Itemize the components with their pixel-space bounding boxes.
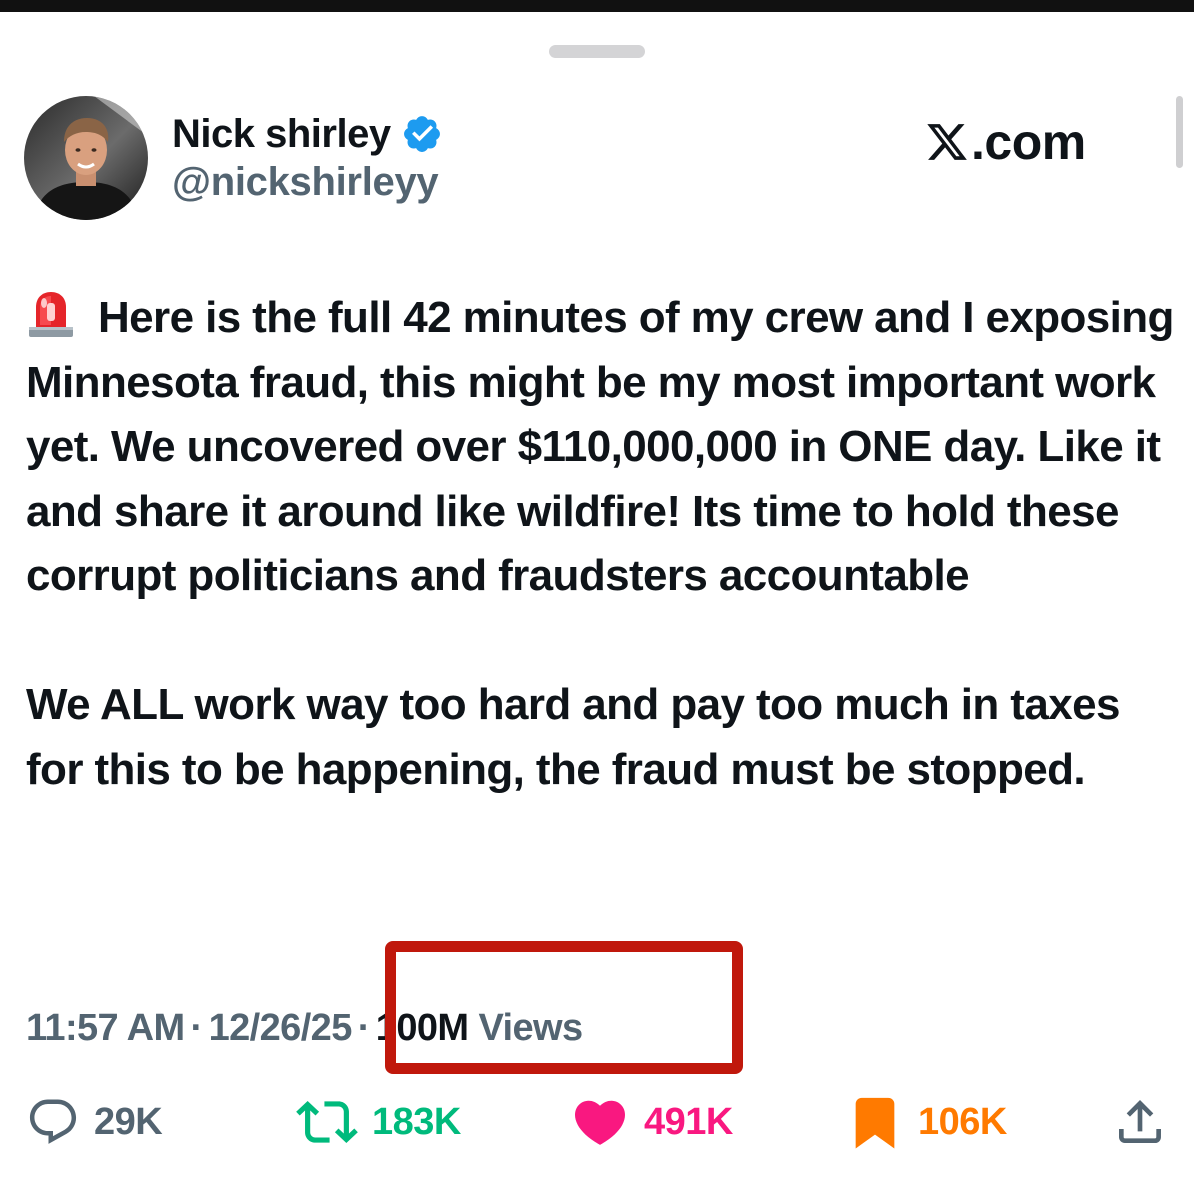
tweet-paragraph-1: Here is the full 42 minutes of my crew a…	[26, 286, 1176, 609]
repost-count: 183K	[372, 1100, 461, 1143]
heart-filled-icon	[574, 1100, 626, 1145]
share-icon	[1119, 1100, 1161, 1143]
repost-icon	[296, 1101, 358, 1143]
avatar-image	[24, 96, 148, 220]
tweet-time[interactable]: 11:57 AM	[26, 1002, 185, 1054]
bookmark-button[interactable]: 106K	[846, 1090, 1007, 1154]
meta-separator: ·	[357, 1007, 371, 1049]
top-edge-strip	[0, 0, 1194, 12]
repost-button[interactable]: 183K	[296, 1090, 461, 1154]
reply-icon	[29, 1099, 77, 1144]
reply-button[interactable]: 29K	[26, 1090, 163, 1154]
tweet-paragraph-1-text: Here is the full 42 minutes of my crew a…	[26, 293, 1174, 600]
views-highlight-box	[385, 941, 743, 1074]
like-button[interactable]: 491K	[570, 1090, 733, 1154]
author-name-row[interactable]: Nick shirley	[172, 110, 443, 158]
brand-watermark: .com	[925, 114, 1086, 170]
bookmark-filled-icon	[855, 1097, 895, 1149]
action-bar: 29K 183K 491K 106K	[0, 1090, 1194, 1154]
reply-count: 29K	[94, 1100, 163, 1143]
tweet-paragraph-2: We ALL work way too hard and pay too muc…	[26, 680, 1120, 794]
bookmark-count: 106K	[918, 1100, 1007, 1143]
x-logo-icon	[927, 124, 967, 160]
sheet-grabber[interactable]	[549, 45, 645, 58]
tweet-body: Here is the full 42 minutes of my crew a…	[26, 286, 1176, 802]
scrollbar[interactable]	[1176, 96, 1183, 168]
avatar[interactable]	[24, 96, 148, 220]
police-siren-icon	[29, 292, 73, 337]
brand-domain-text: .com	[971, 114, 1086, 170]
author-display-name[interactable]: Nick shirley	[172, 110, 391, 158]
author-handle[interactable]: @nickshirleyy	[172, 158, 439, 206]
like-count: 491K	[644, 1100, 733, 1143]
share-button[interactable]	[1112, 1090, 1168, 1154]
tweet-date[interactable]: 12/26/25	[209, 1002, 353, 1054]
verified-badge-icon	[403, 116, 440, 152]
meta-separator: ·	[190, 1007, 204, 1049]
